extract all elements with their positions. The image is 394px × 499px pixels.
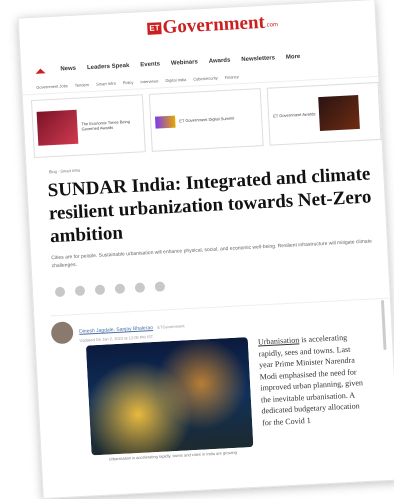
author-info: Dinesh Jagdale, Sanjay Bhalerao ETGovern…	[79, 314, 186, 343]
publisher-label: ETGovernment	[157, 323, 185, 330]
nav-item[interactable]: Leaders Speak	[87, 63, 130, 71]
promo-text: ET Government Awards	[273, 111, 316, 119]
subnav-item[interactable]: Policy	[123, 79, 134, 85]
nav-item[interactable]: Webinars	[171, 59, 198, 66]
author-avatar	[50, 320, 74, 344]
linkedin-icon[interactable]	[94, 284, 106, 296]
subnav-item[interactable]: Government Jobs	[36, 83, 68, 90]
breadcrumb[interactable]: Blog · Smart Infra	[49, 168, 81, 175]
subnav-item[interactable]: Tenders	[75, 82, 89, 88]
home-icon[interactable]	[35, 67, 46, 74]
nav-item[interactable]: Awards	[209, 58, 231, 65]
promo-card[interactable]: ET Government Digital Summit	[148, 88, 264, 152]
link-icon[interactable]	[154, 281, 166, 292]
logo-badge: ET	[147, 22, 162, 35]
promo-text: ET Government Digital Summit	[179, 115, 235, 124]
body-paragraph: is accelerating rapidly, sees and towns.…	[258, 332, 364, 427]
promo-card[interactable]: ET Government Awards	[266, 81, 382, 146]
subnav-item[interactable]: Digital India	[165, 76, 186, 82]
logo-suffix: .com	[264, 22, 279, 29]
nav-item[interactable]: News	[60, 66, 76, 73]
facebook-icon[interactable]	[54, 286, 66, 298]
article-figure: Urbanisation is accelerating rapidly, to…	[85, 337, 254, 462]
logo-text: Government	[162, 11, 266, 39]
promo-card[interactable]: The Economic Times Being Governed Awards	[30, 94, 146, 159]
article-image	[85, 337, 254, 456]
subnav-item[interactable]: Interviews	[140, 78, 158, 84]
promo-text: The Economic Times Being Governed Awards	[81, 118, 131, 132]
author-name[interactable]: Dinesh Jagdale, Sanjay Bhalerao	[79, 325, 153, 335]
promo-image	[36, 109, 79, 146]
nav-item[interactable]: More	[286, 54, 301, 61]
promo-logo	[154, 115, 176, 129]
site-logo[interactable]: ET Government .com	[147, 11, 279, 40]
whatsapp-icon[interactable]	[74, 285, 86, 297]
share-bar	[54, 281, 166, 298]
subnav-item[interactable]: Finance	[225, 74, 239, 80]
nav-item[interactable]: Events	[140, 61, 160, 68]
promo-strip: The Economic Times Being Governed Awards…	[30, 81, 382, 159]
twitter-icon[interactable]	[114, 283, 126, 294]
subnav-item[interactable]: Smart Infra	[96, 80, 116, 86]
article-body: Urbanisation is accelerating rapidly, se…	[258, 331, 367, 428]
article-headline: SUNDAR India: Integrated and climate res…	[47, 163, 372, 248]
email-icon[interactable]	[134, 282, 146, 293]
subnav-item[interactable]: Cybersecurity	[193, 75, 218, 81]
body-link[interactable]: Urbanisation	[258, 335, 300, 346]
nav-item[interactable]: Newsletters	[241, 55, 275, 63]
promo-image	[318, 94, 361, 132]
page-photo: ET Government .com News Leaders Speak Ev…	[17, 0, 394, 499]
